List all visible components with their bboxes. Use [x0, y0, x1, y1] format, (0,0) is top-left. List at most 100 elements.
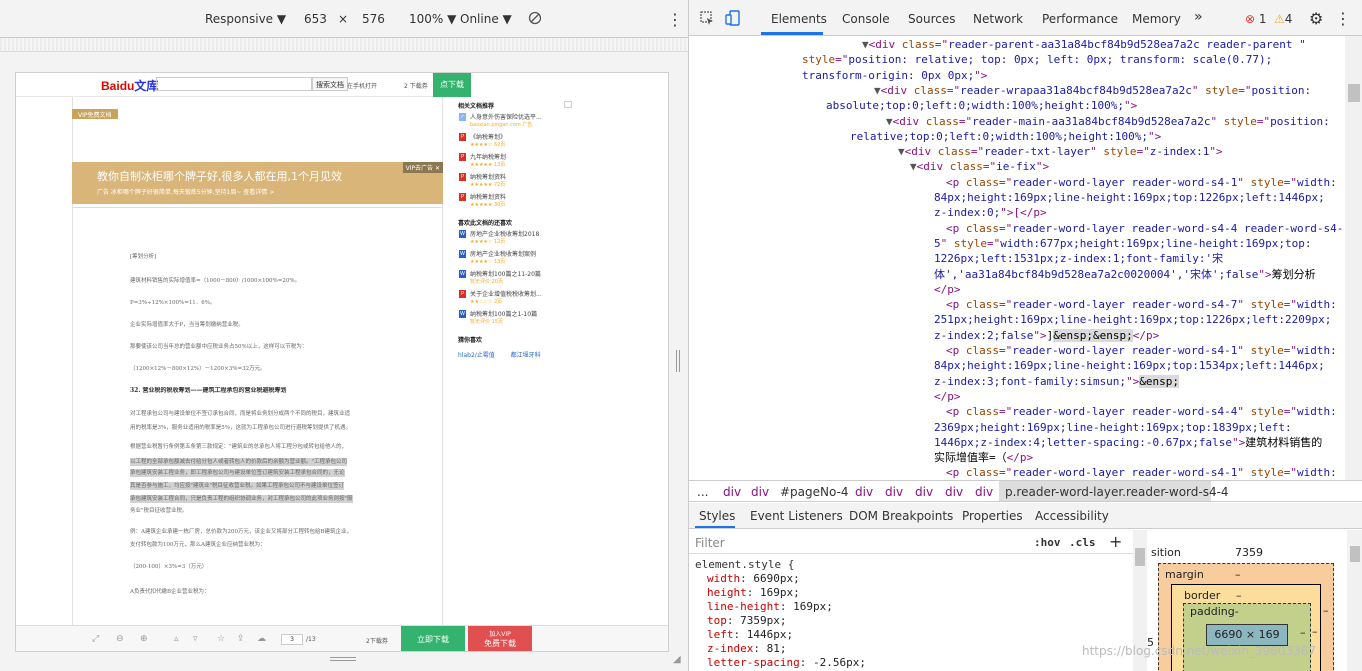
resize-handle-right[interactable]: [676, 350, 680, 372]
style-property[interactable]: left: 1446px;: [695, 628, 866, 642]
dom-scrollbar[interactable]: [1345, 36, 1362, 480]
related-item[interactable]: ✓ 人身意外伤害保险优选平... baoxian.pingan.com 广告: [458, 112, 570, 132]
breadcrumb-item[interactable]: div: [975, 485, 993, 499]
dom-node-line[interactable]: 1446px;z-index:4;letter-spacing:-0.67px;…: [934, 435, 1322, 450]
cls-toggle[interactable]: .cls: [1069, 536, 1096, 549]
dom-node-line[interactable]: 5" style="width:677px;height:169px;line-…: [934, 236, 1312, 251]
dom-node-line[interactable]: relative;top:0;left:0;width:100%;height:…: [850, 129, 1161, 144]
tab-accessibility[interactable]: Accessibility: [1035, 509, 1109, 523]
dom-node-line[interactable]: ▼<div class="reader-wrapaa31a84bcf84b9d5…: [874, 83, 1311, 98]
dom-node-line[interactable]: z-index:2;false">]&ensp;&ensp;</p>: [934, 328, 1159, 343]
style-property[interactable]: width: 6690px;: [695, 572, 866, 586]
dom-node-line[interactable]: ▼<div class="ie-fix">: [910, 159, 1049, 174]
search-button[interactable]: 搜索文档: [312, 77, 348, 91]
padding-box[interactable]: padding- – 6690 × 169: [1183, 603, 1311, 671]
breadcrumb-item[interactable]: #pageNo-4: [780, 485, 849, 499]
vip-download-button[interactable]: 加入VIP 免费下载: [468, 626, 532, 651]
property-value[interactable]: 169px;: [793, 600, 833, 613]
dom-node-line[interactable]: 84px;height:169px;line-height:169px;top:…: [934, 190, 1325, 205]
width-input[interactable]: 653: [304, 12, 327, 26]
related-item[interactable]: P 纳税筹划资料 ★★★★★ 72页: [458, 172, 570, 192]
property-name[interactable]: line-height: [707, 600, 780, 613]
cloud-icon[interactable]: ☁: [257, 634, 266, 644]
network-select[interactable]: Online ▼: [460, 12, 512, 26]
border-right-value[interactable]: –: [1312, 625, 1318, 638]
dom-node-line[interactable]: 251px;height:169px;line-height:169px;top…: [934, 312, 1331, 327]
related-item[interactable]: W 房地产企业税收筹划2018 ★★★★☆ 12页: [458, 229, 570, 249]
zoom-out-icon[interactable]: ⊖: [116, 634, 124, 644]
device-toggle-icon[interactable]: [725, 10, 741, 29]
property-name[interactable]: top: [707, 614, 727, 627]
ad-banner[interactable]: 教你自制冰柜哪个牌子好,很多人都在用,1个月见效 广告 冰柜哪个牌子好很简单,每…: [72, 162, 443, 204]
related-item[interactable]: P 关于企业增值税税收筹划... ★★☆☆☆ 2页: [458, 289, 570, 309]
property-value[interactable]: 7359px;: [740, 614, 786, 627]
related-item[interactable]: W 纳税筹划100篇之1-10篇 暂无评价 15页: [458, 309, 570, 329]
dom-scrollbar-thumb[interactable]: [1348, 84, 1360, 102]
resize-corner-icon[interactable]: ◢: [673, 654, 681, 665]
dom-node-line[interactable]: absolute;top:0;left:0;width:100%;height:…: [826, 98, 1137, 113]
dom-node-line[interactable]: ▼<div class="reader-main-aa31a84bcf84b9d…: [886, 114, 1330, 129]
margin-right-value[interactable]: –: [1323, 604, 1329, 617]
device-select[interactable]: Responsive ▼: [205, 12, 286, 26]
style-property[interactable]: top: 7359px;: [695, 614, 866, 628]
dom-node-line[interactable]: <p class="reader-word-layer reader-word-…: [946, 465, 1337, 480]
dom-node-line[interactable]: 实际增值率=（</p>: [934, 450, 1033, 465]
breadcrumb-item[interactable]: div: [885, 485, 903, 499]
tab-memory[interactable]: Memory: [1132, 12, 1181, 26]
inspect-icon[interactable]: [699, 10, 715, 29]
page-number-input[interactable]: 3: [281, 634, 303, 645]
related-item[interactable]: W 房地产企业税收筹划案例 ★★★★☆ 13页: [458, 249, 570, 269]
dom-node-line[interactable]: z-index:0;">[</p>: [934, 205, 1047, 220]
zoom-in-icon[interactable]: ⊕: [140, 634, 148, 644]
open-on-phone-link[interactable]: 在手机打开: [347, 81, 377, 90]
tab-performance[interactable]: Performance: [1042, 12, 1118, 26]
customize-menu-icon[interactable]: ⋮: [1335, 9, 1351, 28]
position-value[interactable]: 7359: [1235, 546, 1263, 559]
baidu-logo[interactable]: Baidu文库: [101, 77, 158, 94]
expand-arrow-icon[interactable]: ▼: [862, 38, 869, 51]
filter-input[interactable]: [695, 536, 995, 550]
fullscreen-icon[interactable]: ⤢: [92, 634, 99, 644]
dom-node-line[interactable]: 1226px;left:1531px;z-index:1;font-family…: [934, 251, 1223, 266]
property-value[interactable]: -2.56px;: [813, 656, 866, 669]
height-input[interactable]: 576: [362, 12, 385, 26]
breadcrumb-item[interactable]: div: [915, 485, 933, 499]
breadcrumb-item[interactable]: div: [723, 485, 741, 499]
breadcrumb-item[interactable]: div: [751, 485, 769, 499]
property-name[interactable]: width: [707, 572, 740, 585]
style-property[interactable]: line-height: 169px;: [695, 600, 866, 614]
dom-node-line[interactable]: ▼<div class="reader-parent-aa31a84bcf84b…: [862, 37, 1306, 52]
dom-node-line[interactable]: 2369px;height:169px;line-height:169px;to…: [934, 420, 1292, 435]
style-property[interactable]: letter-spacing: -2.56px;: [695, 656, 866, 670]
device-menu-icon[interactable]: ⋮: [667, 10, 683, 29]
expand-arrow-icon[interactable]: ▼: [886, 115, 893, 128]
resize-handle-bottom[interactable]: [330, 657, 356, 661]
breadcrumb-item[interactable]: div: [945, 485, 963, 499]
more-tabs-icon[interactable]: »: [1194, 9, 1203, 25]
expand-arrow-icon[interactable]: ▼: [910, 160, 917, 173]
property-value[interactable]: 1446px;: [747, 628, 793, 641]
boxmodel-scrollbar-thumb[interactable]: [1350, 546, 1360, 562]
dom-node-line[interactable]: </p>: [934, 389, 961, 404]
content-box[interactable]: 6690 × 169: [1206, 624, 1288, 646]
breadcrumb-item[interactable]: ...: [697, 485, 708, 499]
download-now-button[interactable]: 立即下载: [401, 626, 465, 651]
guess-link[interactable]: 都江堰牙科: [511, 352, 541, 359]
tab-event-listeners[interactable]: Event Listeners: [750, 509, 843, 523]
rotate-icon[interactable]: [528, 11, 542, 28]
download-button[interactable]: 点下载: [433, 73, 471, 97]
margin-top-value[interactable]: –: [1235, 568, 1241, 581]
property-name[interactable]: left: [707, 628, 734, 641]
property-value[interactable]: 6690px;: [753, 572, 799, 585]
padding-right-value[interactable]: –: [1300, 626, 1306, 639]
breadcrumb-item[interactable]: p.reader-word-layer.reader-word-s4-4: [1005, 485, 1229, 499]
related-item[interactable]: P 纳税筹划资料 ★★★★★ 30页: [458, 192, 570, 212]
dom-node-line[interactable]: </p>: [934, 282, 961, 297]
like-icon[interactable]: ▵: [174, 634, 179, 644]
guess-link[interactable]: hlab2/止霉值: [458, 352, 495, 359]
zoom-select[interactable]: 100% ▼: [409, 12, 456, 26]
dom-node-line[interactable]: 体','aa31a84bcf84b9d528ea7a2c0020004','宋体…: [934, 267, 1316, 282]
expand-arrow-icon[interactable]: ▼: [874, 84, 881, 97]
property-name[interactable]: height: [707, 586, 747, 599]
error-count[interactable]: ⊗ 1: [1245, 12, 1267, 26]
